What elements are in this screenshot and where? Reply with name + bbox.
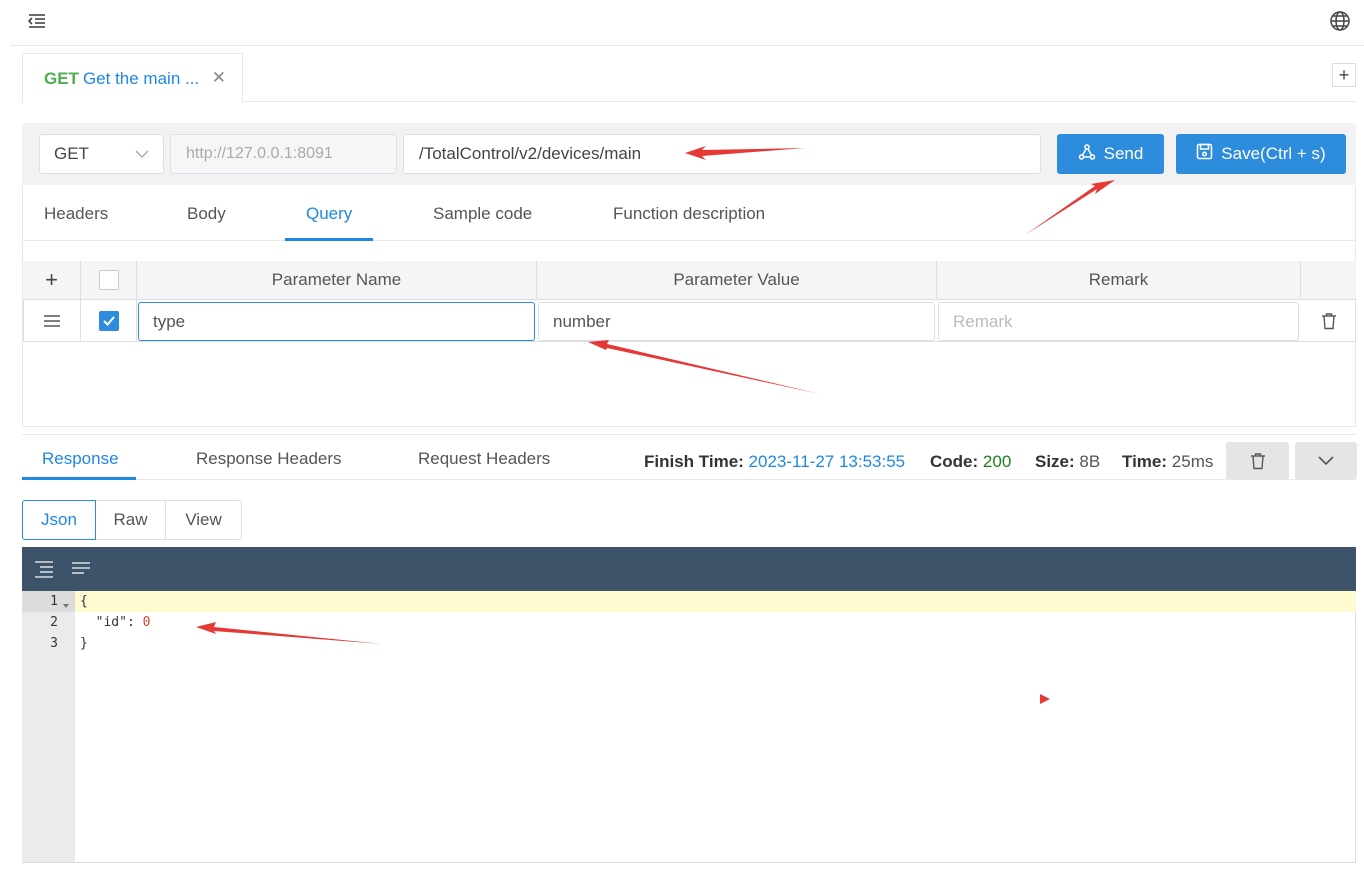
add-param-button[interactable]: + [23,261,81,300]
fold-toggle-icon[interactable] [62,597,70,615]
trash-icon [1250,453,1265,470]
send-label: Send [1103,144,1144,163]
response-size-value: 8B [1079,452,1101,471]
save-icon [1196,143,1213,165]
tab-response[interactable]: Response [42,449,119,469]
response-time-label: Time: [1122,452,1168,471]
line-number: 2 [50,615,58,630]
header-parameter-name: Parameter Name [137,261,537,300]
line-number: 1 [50,594,58,609]
clear-response-button[interactable] [1226,442,1289,480]
editor-toolbar [22,547,1356,591]
send-icon [1078,143,1096,166]
finish-time-value: 2023-11-27 13:53:55 [748,452,906,471]
code-key: "id": [80,615,143,630]
code-line-1: { [80,594,88,609]
response-size: Size: 8B [1035,452,1100,472]
save-label: Save(Ctrl + s) [1221,144,1326,163]
response-divider [22,434,1356,435]
chevron-down-icon [135,135,149,187]
delete-row-icon[interactable] [1301,300,1356,342]
tab-body[interactable]: Body [187,204,226,224]
method-select-value: GET [54,144,89,163]
row-checkbox-cell [81,300,137,342]
param-value-input[interactable]: number [538,302,935,341]
plus-icon: + [1338,64,1350,85]
editor-bottom-border [22,862,1356,863]
request-tab[interactable]: GET Get the main ... ✕ [22,53,243,103]
drag-handle-icon[interactable] [23,300,81,342]
format-raw-button[interactable]: Raw [96,500,166,540]
status-code-label: Code: [930,452,979,471]
request-tab-title: Get the main ... [82,68,200,88]
host-input[interactable]: http://127.0.0.1:8091 [170,134,397,174]
tab-bar-divider [243,101,1356,102]
json-editor[interactable] [75,591,1356,862]
format-code-icon[interactable] [34,559,54,579]
tab-headers[interactable]: Headers [44,204,108,224]
response-size-label: Size: [1035,452,1075,471]
finish-time-label: Finish Time: [644,452,744,471]
close-tab-icon[interactable]: ✕ [212,68,226,88]
header-parameter-value: Parameter Value [537,261,937,300]
tab-sample-code[interactable]: Sample code [433,204,532,224]
tab-response-headers[interactable]: Response Headers [196,449,342,469]
code-line-2: "id": 0 [80,615,151,630]
response-time: Time: 25ms [1122,452,1213,472]
finish-time: Finish Time: 2023-11-27 13:53:55 [644,452,905,472]
response-tabs-divider [22,479,1356,480]
active-line-highlight [75,591,1356,612]
response-time-value: 25ms [1171,452,1214,471]
active-tab-indicator [285,238,373,241]
param-remark-input[interactable]: Remark [938,302,1299,341]
status-code-value: 200 [982,452,1012,471]
path-input[interactable]: /TotalControl/v2/devices/main [403,134,1041,174]
tab-function-description[interactable]: Function description [613,204,765,224]
collapse-response-button[interactable] [1295,442,1357,480]
status-code: Code: 200 [930,452,1011,472]
code-line-3: } [80,636,88,651]
save-button[interactable]: Save(Ctrl + s) [1176,134,1346,174]
row-checkbox[interactable] [98,311,119,331]
editor-gutter [22,591,75,862]
tab-request-headers[interactable]: Request Headers [418,449,550,469]
send-button[interactable]: Send [1057,134,1164,174]
tab-query[interactable]: Query [306,204,352,224]
line-number: 3 [50,636,58,651]
add-tab-button[interactable]: + [1332,63,1356,87]
request-tab-method: GET [44,68,79,88]
method-select[interactable]: GET [39,134,164,174]
active-response-tab-indicator [22,477,136,480]
header-remark: Remark [937,261,1301,300]
request-tabs-divider [23,240,1355,241]
compact-code-icon[interactable] [71,559,91,579]
select-all-checkbox[interactable] [98,270,119,290]
format-view-button[interactable]: View [166,500,242,540]
select-all-checkbox-cell [81,261,137,300]
language-globe-icon[interactable] [1328,9,1352,33]
format-json-button[interactable]: Json [22,500,96,540]
collapse-menu-icon[interactable] [26,10,48,32]
header-actions [1301,261,1356,300]
top-bar [10,0,1364,46]
code-number-value: 0 [142,615,151,630]
param-name-input[interactable]: type [138,302,535,341]
chevron-down-icon [1318,456,1334,466]
